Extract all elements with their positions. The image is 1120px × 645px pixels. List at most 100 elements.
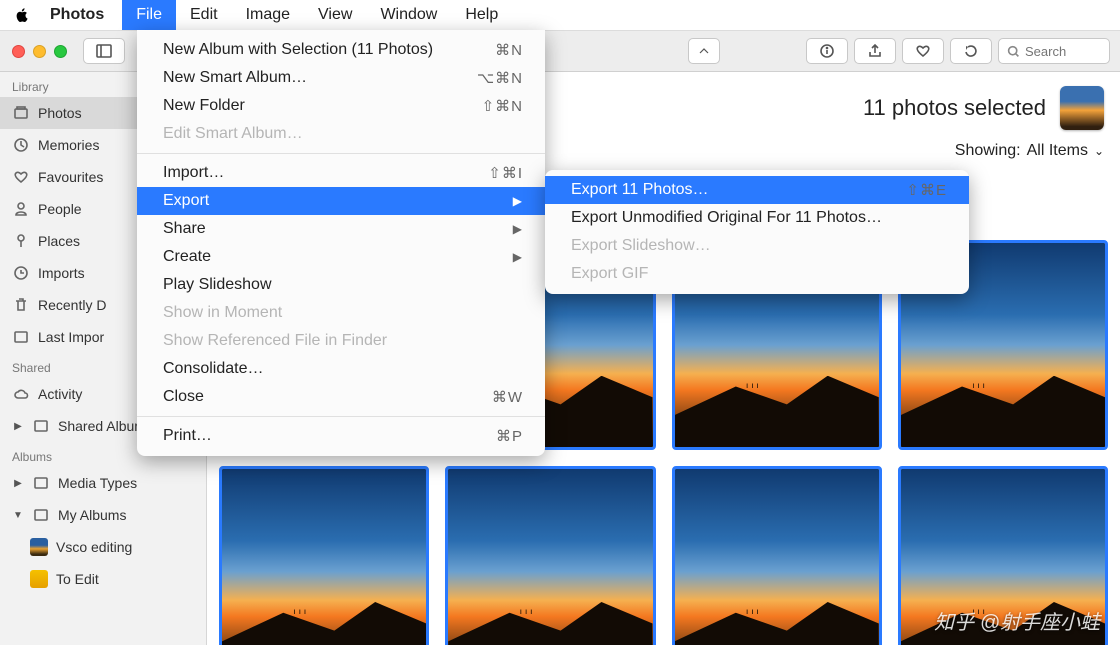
file-menu-dropdown: New Album with Selection (11 Photos)⌘NNe… (137, 30, 545, 456)
selection-key-photo[interactable] (1060, 86, 1104, 130)
pin-icon (12, 232, 30, 250)
clock-icon (12, 264, 30, 282)
submenu-item-export-11-photos[interactable]: Export 11 Photos…⇧⌘E (545, 176, 969, 204)
menu-item-label: New Folder (163, 97, 245, 115)
submenu-arrow-icon: ▶ (513, 250, 523, 264)
zoom-control[interactable] (688, 38, 720, 64)
heart-icon (12, 168, 30, 186)
disclosure-icon[interactable]: ▼ (12, 510, 24, 521)
showing-value: All Items (1027, 142, 1088, 160)
menu-shortcut: ⌥⌘N (477, 69, 523, 87)
menu-item-label: Export Slideshow… (571, 237, 711, 255)
minimize-window-button[interactable] (33, 45, 46, 58)
menu-item-label: Show Referenced File in Finder (163, 332, 387, 350)
menu-item-label: Print… (163, 427, 212, 445)
photo-thumbnail[interactable]: ııı (445, 466, 655, 645)
album-icon (32, 474, 50, 492)
menu-item-new-smart-album[interactable]: New Smart Album…⌥⌘N (137, 64, 545, 92)
disclosure-icon[interactable]: ▶ (12, 478, 24, 489)
people-icon (12, 200, 30, 218)
menu-shortcut: ⌘W (492, 388, 523, 406)
sidebar-label: Recently D (38, 297, 106, 313)
photos-icon (12, 104, 30, 122)
menubar-edit[interactable]: Edit (176, 0, 232, 30)
menu-item-label: Create (163, 248, 211, 266)
sidebar-toggle-button[interactable] (83, 38, 125, 64)
menu-item-label: Import… (163, 164, 224, 182)
menu-item-label: Close (163, 388, 204, 406)
sidebar-item-my-albums[interactable]: ▼ My Albums (0, 499, 206, 531)
menu-item-label: Export Unmodified Original For 11 Photos… (571, 209, 882, 227)
menu-item-export[interactable]: Export ▶ (137, 187, 545, 215)
showing-label: Showing: (955, 142, 1021, 160)
menubar-image[interactable]: Image (232, 0, 304, 30)
submenu-item-export-gif: Export GIF (545, 260, 969, 288)
submenu-arrow-icon: ▶ (513, 194, 523, 208)
menu-item-create[interactable]: Create ▶ (137, 243, 545, 271)
sidebar-item-vsco[interactable]: Vsco editing (0, 531, 206, 563)
menu-item-import[interactable]: Import…⇧⌘I (137, 159, 545, 187)
menu-item-print[interactable]: Print… ⌘P (137, 422, 545, 450)
menu-shortcut: ⌘P (496, 427, 523, 445)
maximize-window-button[interactable] (54, 45, 67, 58)
info-button[interactable] (806, 38, 848, 64)
menu-item-edit-smart-album: Edit Smart Album… (137, 120, 545, 148)
cloud-icon (12, 385, 30, 403)
menu-item-label: Share (163, 220, 206, 238)
menubar-file[interactable]: File (122, 0, 176, 30)
album-icon (32, 506, 50, 524)
menu-item-label: Show in Moment (163, 304, 282, 322)
menu-item-new-folder[interactable]: New Folder ⇧⌘N (137, 92, 545, 120)
search-field[interactable] (998, 38, 1110, 64)
close-window-button[interactable] (12, 45, 25, 58)
window-controls (12, 45, 67, 58)
submenu-item-export-unmodified-original-for-11-photos[interactable]: Export Unmodified Original For 11 Photos… (545, 204, 969, 232)
sidebar-label: People (38, 201, 82, 217)
app-name[interactable]: Photos (50, 6, 104, 24)
album-icon (12, 328, 30, 346)
menu-item-play-slideshow[interactable]: Play Slideshow (137, 271, 545, 299)
photo-thumbnail[interactable]: ııı (219, 466, 429, 645)
menu-item-label: Edit Smart Album… (163, 125, 303, 143)
menu-item-close[interactable]: Close ⌘W (137, 383, 545, 411)
album-thumb-icon (30, 570, 48, 588)
sidebar-label: Media Types (58, 475, 137, 491)
sidebar-label: To Edit (56, 571, 99, 587)
rotate-button[interactable] (950, 38, 992, 64)
menu-shortcut: ⇧⌘E (906, 181, 947, 199)
menubar-view[interactable]: View (304, 0, 366, 30)
menu-item-show-in-moment: Show in Moment (137, 299, 545, 327)
share-button[interactable] (854, 38, 896, 64)
search-icon (1007, 45, 1020, 58)
menu-item-consolidate[interactable]: Consolidate… (137, 355, 545, 383)
memories-icon (12, 136, 30, 154)
watermark: 知乎 @射手座小蛙 (934, 606, 1100, 635)
menu-item-label: Export GIF (571, 265, 648, 283)
sidebar-label: Last Impor (38, 329, 104, 345)
sidebar-item-to-edit[interactable]: To Edit (0, 563, 206, 595)
menu-item-show-referenced-file-in-finder: Show Referenced File in Finder (137, 327, 545, 355)
menu-item-label: Consolidate… (163, 360, 264, 378)
apple-menu-icon[interactable] (14, 7, 32, 23)
submenu-item-export-slideshow: Export Slideshow… (545, 232, 969, 260)
menu-item-label: New Album with Selection (11 Photos) (163, 41, 433, 59)
content-header: 11 photos selected Showing: All Items ⌄ (847, 72, 1120, 174)
menu-shortcut: ⌘N (495, 41, 523, 59)
menu-item-new-album-with-selection-11-photos[interactable]: New Album with Selection (11 Photos) ⌘N (137, 36, 545, 64)
menu-item-label: Export (163, 192, 209, 210)
menubar-help[interactable]: Help (451, 0, 512, 30)
sidebar-label: My Albums (58, 507, 126, 523)
favourite-button[interactable] (902, 38, 944, 64)
photo-thumbnail[interactable]: ııı (672, 466, 882, 645)
menubar-window[interactable]: Window (366, 0, 451, 30)
menu-shortcut: ⇧⌘N (482, 97, 523, 115)
chevron-down-icon: ⌄ (1094, 144, 1104, 158)
sidebar-item-media-types[interactable]: ▶ Media Types (0, 467, 206, 499)
menu-item-share[interactable]: Share▶ (137, 215, 545, 243)
menu-item-label: Play Slideshow (163, 276, 272, 294)
search-input[interactable] (1025, 44, 1095, 59)
showing-filter[interactable]: Showing: All Items ⌄ (955, 142, 1104, 160)
disclosure-icon[interactable]: ▶ (12, 421, 24, 432)
sidebar-label: Memories (38, 137, 99, 153)
sidebar-label: Photos (38, 105, 82, 121)
